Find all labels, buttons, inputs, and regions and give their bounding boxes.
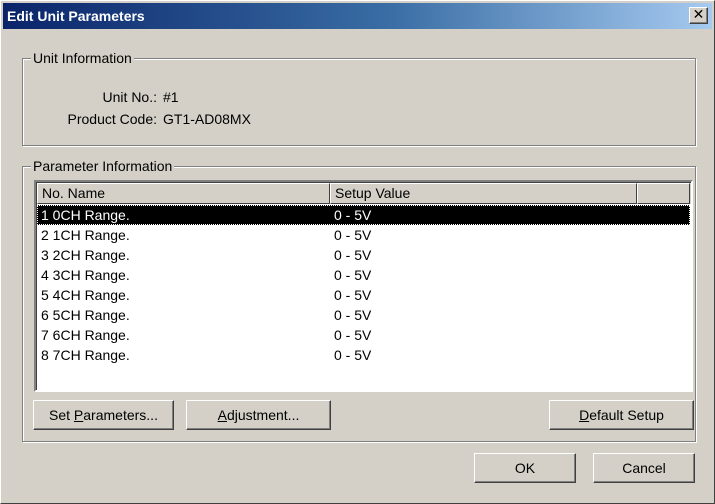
parameter-name: 2 1CH Range. [41,227,130,243]
parameter-value: 0 - 5V [334,227,372,243]
parameter-name: 7 6CH Range. [41,327,130,343]
unit-no-value: #1 [163,89,179,105]
product-code-value: GT1-AD08MX [163,111,251,127]
parameter-value: 0 - 5V [334,347,372,363]
parameter-value: 0 - 5V [334,327,372,343]
list-item[interactable]: 5 4CH Range. 0 - 5V [37,285,690,305]
parameter-information-group: Parameter Information No. Name Setup Val… [22,158,696,442]
list-item[interactable]: 3 2CH Range. 0 - 5V [37,245,690,265]
column-header-no-name[interactable]: No. Name [37,183,330,204]
product-code-label: Product Code: [67,111,158,127]
list-item[interactable]: 1 0CH Range. 0 - 5V [37,205,690,225]
parameter-name: 6 5CH Range. [41,307,130,323]
window-title: Edit Unit Parameters [7,8,145,24]
list-item[interactable]: 8 7CH Range. 0 - 5V [37,345,690,365]
cancel-button[interactable]: Cancel [593,453,695,483]
ok-button[interactable]: OK [474,453,576,483]
parameter-value: 0 - 5V [334,247,372,263]
parameter-list[interactable]: No. Name Setup Value 1 0CH Range. 0 - 5V 2… [34,180,693,392]
close-icon[interactable]: ✕ [689,7,708,24]
set-parameters-button[interactable]: Set Parameters... [33,400,174,430]
unit-no-label: Unit No.: [102,89,157,105]
unit-information-group: Unit Information Unit No.: #1 Product Co… [22,50,696,146]
adjustment-button[interactable]: Adjustment... [186,400,331,430]
parameter-name: 4 3CH Range. [41,267,130,283]
parameter-name: 8 7CH Range. [41,347,130,363]
list-item[interactable]: 7 6CH Range. 0 - 5V [37,325,690,345]
list-item[interactable]: 4 3CH Range. 0 - 5V [37,265,690,285]
list-item[interactable]: 6 5CH Range. 0 - 5V [37,305,690,325]
default-setup-button[interactable]: Default Setup [549,400,694,430]
parameter-value: 0 - 5V [334,287,372,303]
parameter-name: 3 2CH Range. [41,247,130,263]
parameter-name: 1 0CH Range. [41,207,130,223]
edit-unit-parameters-dialog: Edit Unit Parameters ✕ Unit Information … [0,0,715,504]
list-header: No. Name Setup Value [37,183,691,204]
column-header-setup-value[interactable]: Setup Value [330,183,637,204]
parameter-value: 0 - 5V [334,307,372,323]
unit-information-label: Unit Information [31,50,134,66]
parameter-value: 0 - 5V [334,207,372,223]
column-header-extra[interactable] [637,183,690,204]
parameter-value: 0 - 5V [334,267,372,283]
title-bar[interactable]: Edit Unit Parameters ✕ [3,3,712,29]
parameter-information-label: Parameter Information [31,158,175,174]
parameter-name: 5 4CH Range. [41,287,130,303]
list-item[interactable]: 2 1CH Range. 0 - 5V [37,225,690,245]
